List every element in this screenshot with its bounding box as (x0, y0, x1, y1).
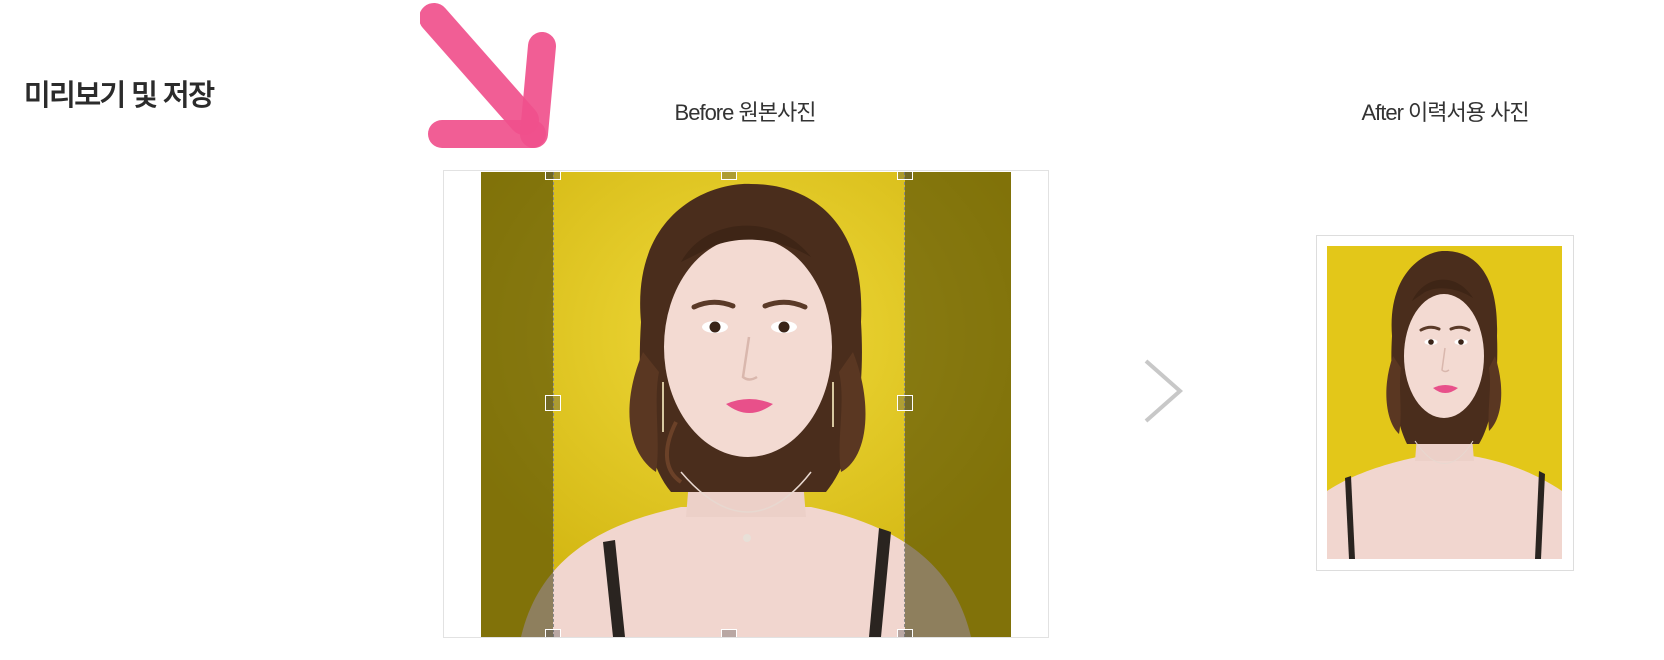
chevron-right-icon (1140, 357, 1188, 425)
crop-handle-bottom-right[interactable] (897, 629, 913, 637)
before-photo-frame (443, 170, 1049, 638)
section-title: 미리보기 및 저장 (24, 80, 215, 112)
original-photo (481, 172, 1011, 637)
crop-handle-bottom-center[interactable] (721, 629, 737, 637)
crop-handle-middle-right[interactable] (897, 395, 913, 411)
crop-handle-middle-left[interactable] (545, 395, 561, 411)
cropped-photo (1327, 246, 1562, 559)
crop-handle-top-right[interactable] (897, 172, 913, 180)
preview-and-save-page: 미리보기 및 저장 Before 원본사진 After 이력서용 사진 (0, 0, 1664, 660)
cropped-portrait-image (1327, 246, 1562, 559)
crop-dim-right (905, 172, 1011, 637)
crop-box[interactable] (553, 172, 905, 637)
before-label: Before 원본사진 (674, 100, 817, 125)
crop-handle-top-center[interactable] (721, 172, 737, 180)
after-photo-frame (1316, 235, 1574, 571)
crop-handle-top-left[interactable] (545, 172, 561, 180)
after-label: After 이력서용 사진 (1361, 100, 1529, 125)
pink-arrow-icon (420, 2, 600, 172)
crop-dim-left (481, 172, 553, 637)
crop-handle-bottom-left[interactable] (545, 629, 561, 637)
